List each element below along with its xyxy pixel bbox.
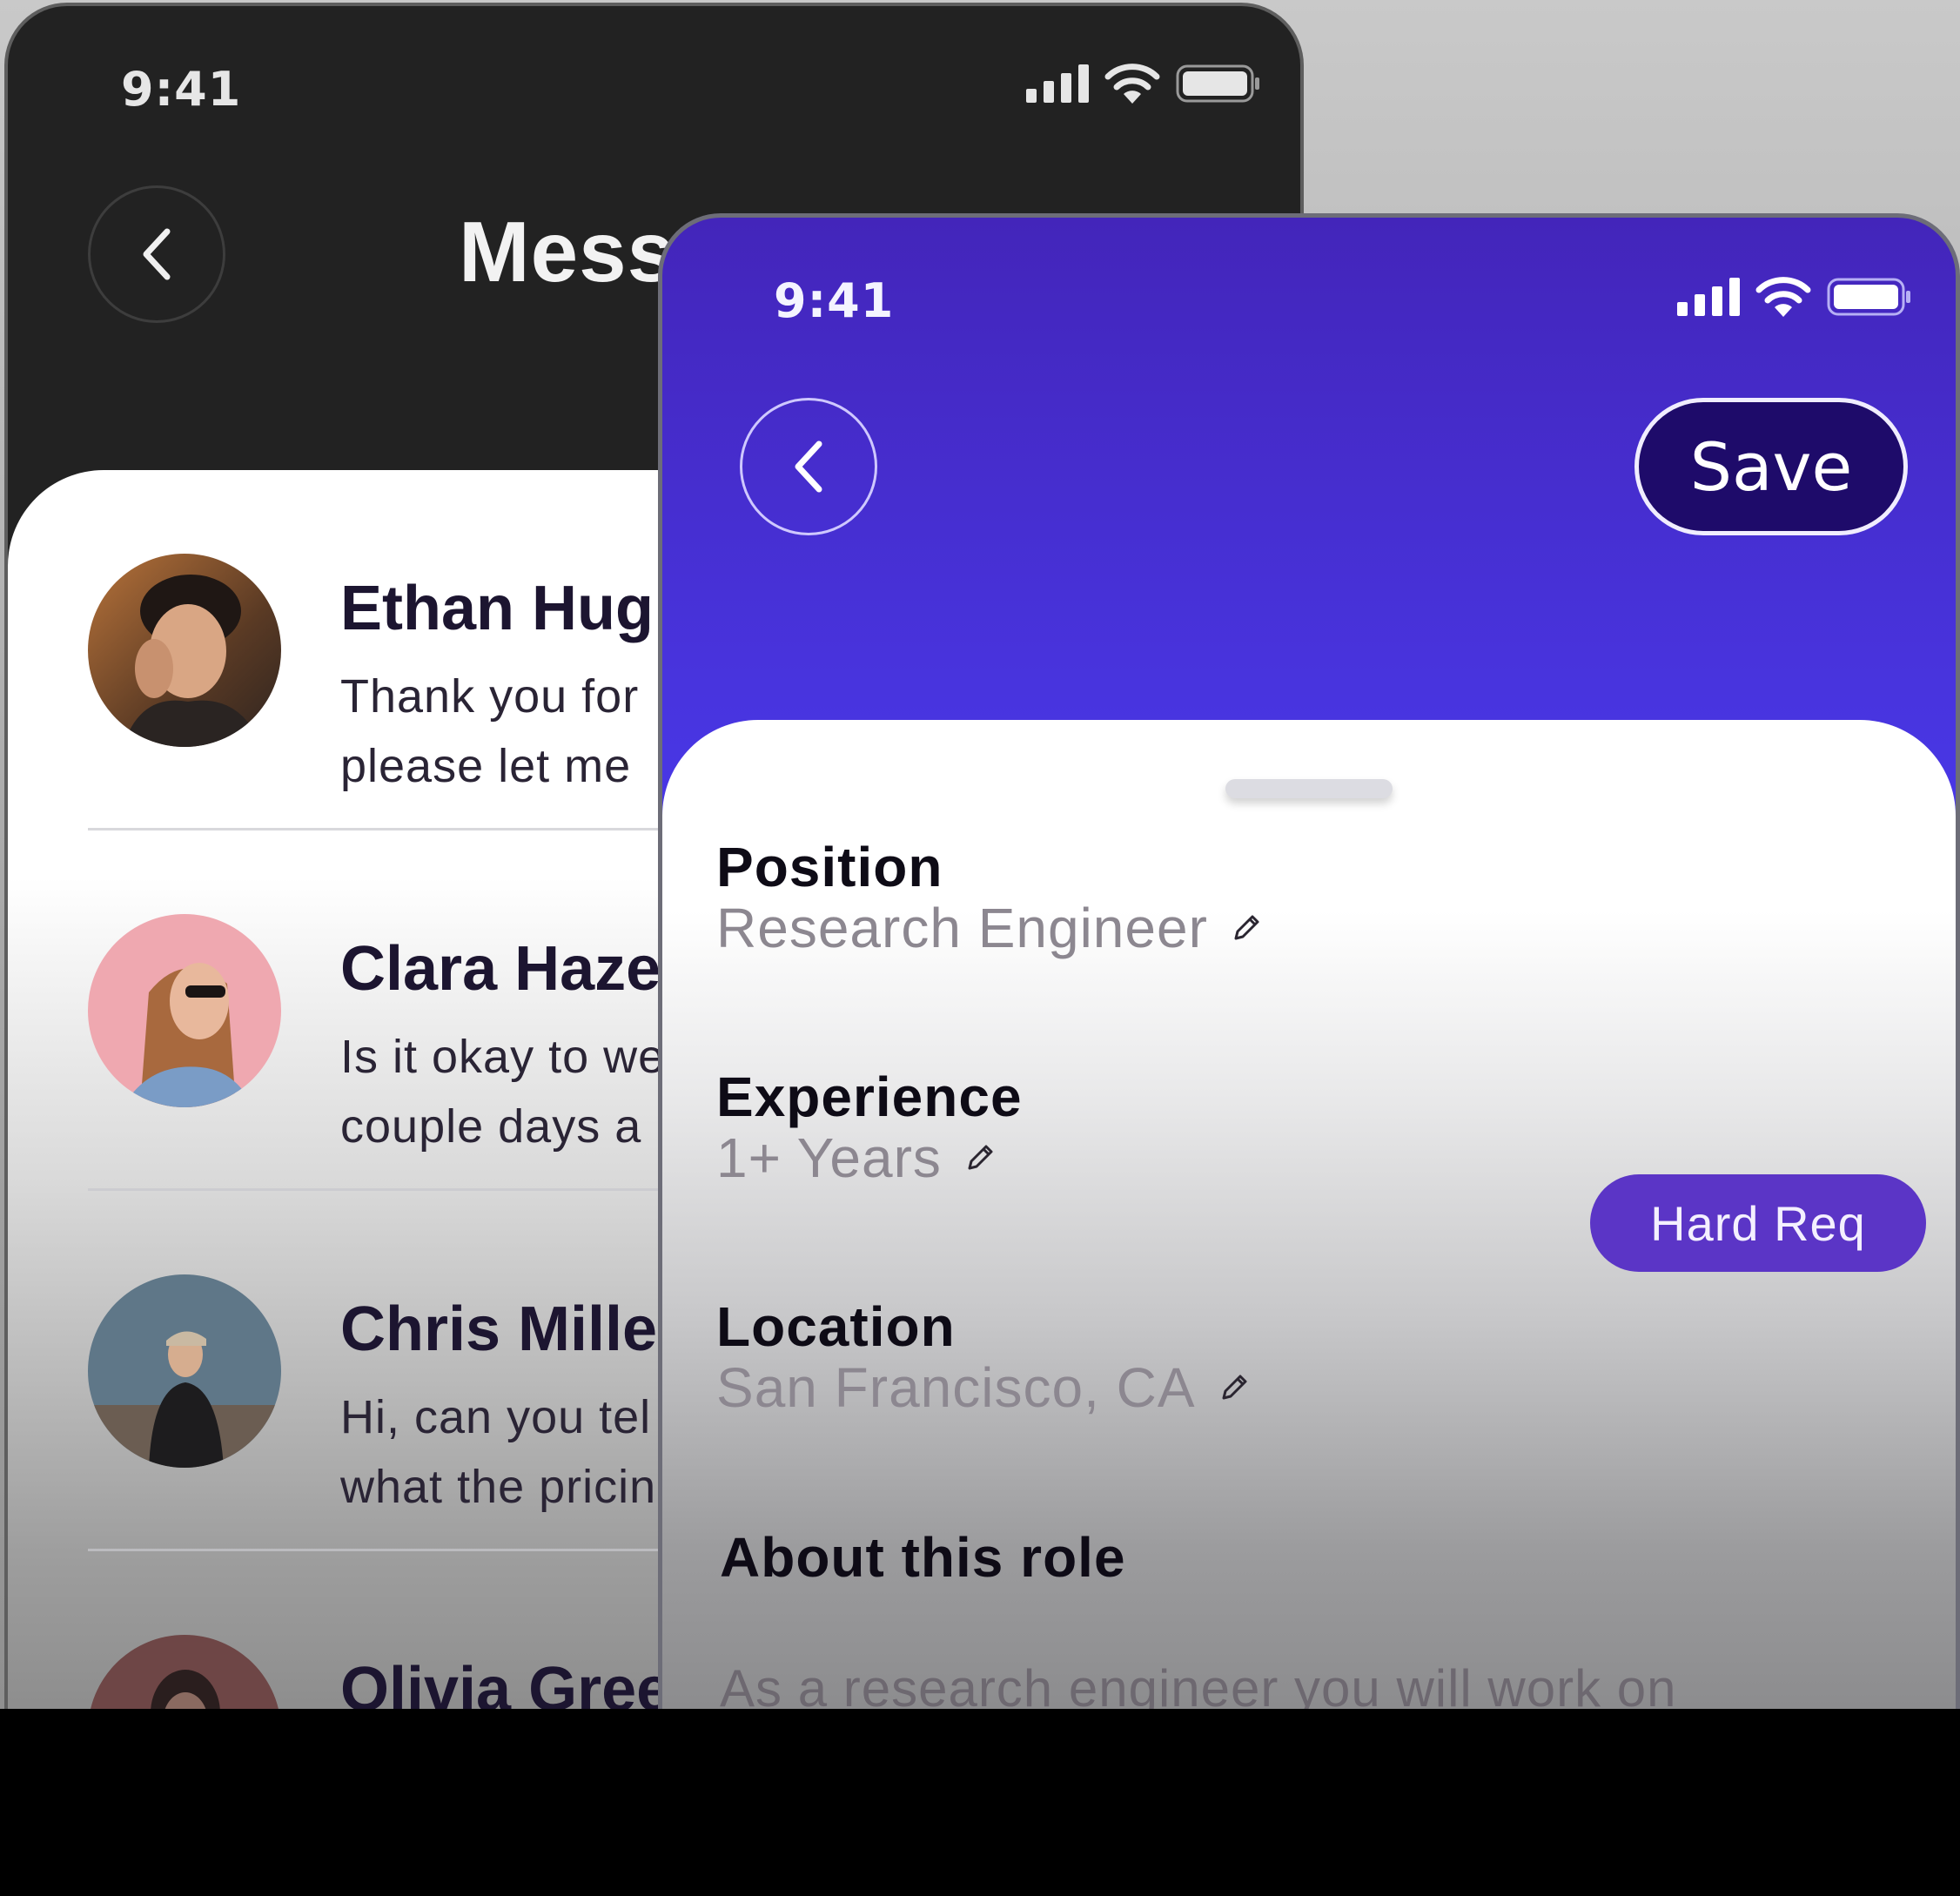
pencil-icon[interactable] (963, 1140, 997, 1175)
status-time: 9:41 (121, 62, 242, 117)
hard-requirement-badge[interactable]: Hard Req (1590, 1174, 1926, 1272)
position-field[interactable]: Research Engineer (716, 896, 1264, 960)
pencil-icon[interactable] (1217, 1370, 1252, 1405)
position-label: Position (716, 836, 943, 898)
role-details-sheet: Position Research Engineer Experience 1+… (662, 720, 1956, 1780)
status-icons (1026, 64, 1261, 104)
experience-label: Experience (716, 1066, 1023, 1128)
avatar (88, 554, 281, 747)
role-detail-screen: 9:41 Save Position Research Engineer Exp… (658, 213, 1960, 1780)
chevron-left-icon (795, 440, 822, 493)
location-field[interactable]: San Francisco, CA (716, 1355, 1252, 1420)
wifi-icon (1755, 277, 1811, 317)
avatar (88, 914, 281, 1107)
cellular-signal-icon (1677, 278, 1740, 316)
battery-icon (1176, 64, 1259, 103)
conversation-name: Ethan Hug (340, 574, 654, 643)
avatar (88, 1274, 281, 1468)
status-bar: 9:41 (8, 6, 1300, 163)
wifi-icon (1104, 64, 1160, 104)
conversation-name: Chris Mille (340, 1294, 658, 1364)
experience-value: 1+ Years (716, 1126, 942, 1189)
cellular-signal-icon (1026, 64, 1089, 103)
status-icons (1677, 277, 1912, 317)
chevron-left-icon (143, 228, 171, 280)
battery-icon (1827, 278, 1910, 316)
status-time: 9:41 (774, 273, 895, 328)
location-value: San Francisco, CA (716, 1356, 1196, 1419)
status-bar: 9:41 (662, 218, 1956, 374)
page-title: Mess (459, 204, 676, 299)
back-button[interactable] (88, 185, 225, 323)
pencil-icon[interactable] (1229, 911, 1264, 945)
drag-handle[interactable] (1225, 779, 1393, 798)
bottom-overlay (0, 1709, 1960, 1896)
position-value: Research Engineer (716, 897, 1208, 959)
location-label: Location (716, 1295, 956, 1358)
about-label: About this role (720, 1526, 1126, 1589)
back-button[interactable] (740, 398, 877, 535)
conversation-name: Clara Haze (340, 934, 661, 1004)
experience-field[interactable]: 1+ Years (716, 1126, 997, 1190)
save-button[interactable]: Save (1634, 398, 1908, 535)
